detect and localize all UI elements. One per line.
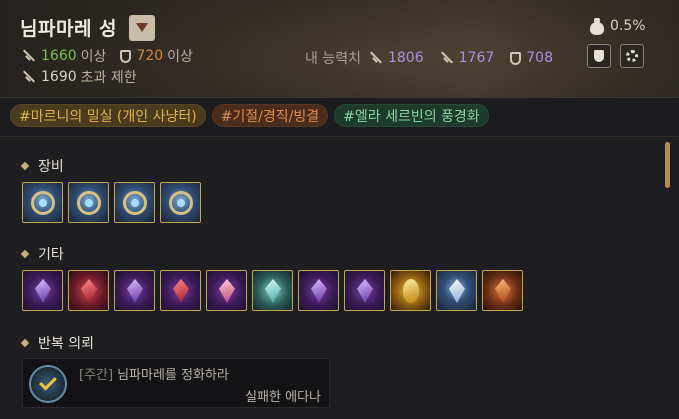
section-misc-label: 기타 [38,247,64,263]
limit-row: 1690 초과 제한 [22,67,137,87]
crimson-crystal-icon[interactable] [160,270,201,311]
loot-bag-icon [588,17,606,35]
chevron-down-icon [136,23,149,32]
section-misc: 기타 [20,244,64,264]
sword-icon [22,49,36,63]
requirement-row: 1660 이상 720 이상 [22,46,193,66]
quest-title-line: [주간] 님파마레를 정화하라 [79,364,229,383]
region-header: 님파마레 성 1660 이상 720 이상 1690 초과 제한 내 능력치 1… [0,0,679,98]
accuracy-icon [440,51,454,65]
shield-icon [510,51,522,65]
orange-claw-icon[interactable] [482,270,523,311]
region-dropdown-button[interactable] [129,14,156,41]
scrollbar-thumb[interactable] [665,142,670,188]
drop-rate: 0.5% [588,17,646,35]
red-crystal-icon[interactable] [68,270,109,311]
shield-icon [120,49,132,63]
my-attack-value: 1806 [387,50,424,66]
tag-private-hunting[interactable]: #마르니의 밀실 (개인 사냥터) [10,104,206,127]
diamond-bullet-icon [20,161,30,171]
attack-limit-suffix: 초과 제한 [80,70,137,86]
drop-rate-value: 0.5% [610,18,646,34]
section-equipment: 장비 [20,156,64,176]
armor-icon[interactable] [114,182,155,223]
shield-alert-icon [594,50,604,62]
diamond-bullet-icon [20,249,30,259]
quest-kind: [주간] [79,368,114,383]
sword-icon [369,51,383,65]
sword-icon [22,70,36,84]
helmet-icon[interactable] [68,182,109,223]
my-defense-value: 708 [526,50,553,66]
weapon-icon[interactable] [22,182,63,223]
tag-painting[interactable]: #엘라 세르빈의 풍경화 [334,104,489,127]
required-defense-suffix: 이상 [167,49,193,65]
required-attack-suffix: 이상 [80,49,107,65]
gear-icon [626,50,638,62]
settings-button[interactable] [620,44,644,68]
dark-crystal-icon[interactable] [22,270,63,311]
checkmark-icon [39,372,57,391]
section-quest-label: 반복 의뢰 [38,336,94,352]
equipment-slots [22,182,201,223]
gloves-icon[interactable] [160,182,201,223]
diamond-bullet-icon [20,338,30,348]
my-power-row: 내 능력치 1806 1767 708 [305,48,569,68]
my-power-label: 내 능력치 [305,51,361,67]
quest-badge [29,365,67,403]
potion-vial-icon[interactable] [436,270,477,311]
defense-info-button[interactable] [587,44,611,68]
required-attack: 1660 [41,48,77,64]
my-accuracy-value: 1767 [458,50,495,66]
section-equipment-label: 장비 [38,159,64,175]
region-title: 님파마레 성 [20,18,118,40]
required-defense: 720 [136,48,164,64]
pink-shard-icon[interactable] [206,270,247,311]
purple-ore-icon[interactable] [114,270,155,311]
quest-title: 님파마레를 정화하라 [117,368,229,383]
title-row: 님파마레 성 [20,14,156,41]
quest-subtitle: 실패한 에다나 [245,390,321,405]
amethyst-icon[interactable] [344,270,385,311]
quest-card[interactable]: [주간] 님파마레를 정화하라 실패한 에다나 [22,358,330,408]
gold-egg-icon[interactable] [390,270,431,311]
attack-limit: 1690 [41,69,77,85]
white-shards-icon[interactable] [252,270,293,311]
violet-gem-icon[interactable] [298,270,339,311]
tag-list: #마르니의 밀실 (개인 사냥터) #기절/경직/빙결 #엘라 세르빈의 풍경화 [10,104,489,127]
tag-status-effects[interactable]: #기절/경직/빙결 [211,104,329,127]
misc-slots [22,270,523,311]
section-quest: 반복 의뢰 [20,333,94,353]
